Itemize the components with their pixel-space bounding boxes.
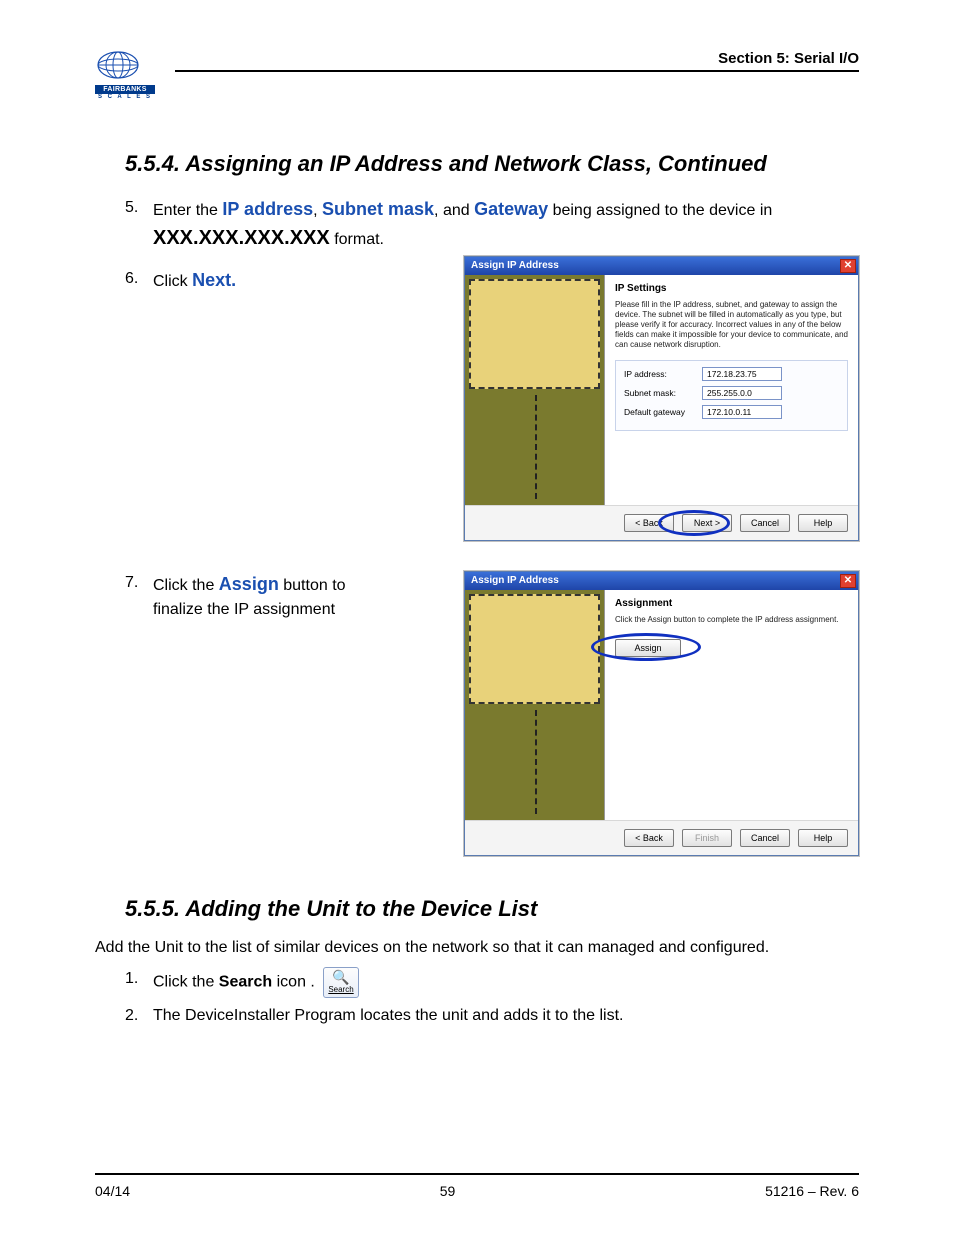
finish-button[interactable]: Finish: [682, 829, 732, 847]
kw-subnet-mask: Subnet mask: [322, 199, 434, 219]
kw-gateway: Gateway: [474, 199, 548, 219]
ip-settings-group: IP address: 172.18.23.75 Subnet mask: 25…: [615, 360, 848, 431]
footer-page-number: 59: [440, 1183, 456, 1199]
kw-format: XXX.XXX.XXX.XXX: [153, 227, 330, 249]
assign-button[interactable]: Assign: [615, 639, 681, 657]
ip-address-input[interactable]: 172.18.23.75: [702, 367, 782, 381]
step-5: 5. Enter the IP address, Subnet mask, an…: [125, 196, 859, 253]
help-button[interactable]: Help: [798, 829, 848, 847]
default-gateway-input[interactable]: 172.10.0.11: [702, 405, 782, 419]
footer-rule: [95, 1173, 859, 1175]
cancel-button[interactable]: Cancel: [740, 829, 790, 847]
dialog2-title: Assign IP Address: [471, 575, 559, 586]
dialog1-titlebar[interactable]: Assign IP Address ✕: [465, 257, 858, 275]
dialog1-heading: IP Settings: [615, 283, 848, 294]
dialog1-desc: Please fill in the IP address, subnet, a…: [615, 300, 848, 350]
dialog1-title: Assign IP Address: [471, 260, 559, 271]
sec555-intro: Add the Unit to the list of similar devi…: [95, 936, 859, 959]
subnet-mask-input[interactable]: 255.255.0.0: [702, 386, 782, 400]
step-5-number: 5.: [125, 196, 138, 220]
kw-assign: Assign: [219, 574, 279, 594]
sec555-step-2: 2. The DeviceInstaller Program locates t…: [125, 1004, 859, 1028]
assign-ip-dialog-2: Assign IP Address ✕ Assignment Click the…: [464, 571, 859, 856]
search-toolbar-icon[interactable]: 🔍 Search: [323, 967, 358, 998]
step-6-text-pre: Click: [153, 273, 192, 290]
page-footer: 04/14 59 51216 – Rev. 6: [95, 1183, 859, 1199]
globe-icon: [95, 50, 141, 80]
close-icon[interactable]: ✕: [840, 259, 856, 273]
kw-next: Next.: [192, 270, 236, 290]
assign-ip-dialog-1: Assign IP Address ✕ IP Settings Please f…: [464, 256, 859, 541]
fairbanks-logo: FAIRBANKS S C A L E S: [95, 50, 155, 110]
sec555-step2-number: 2.: [125, 1004, 138, 1028]
heading-555: 5.5.5. Adding the Unit to the Device Lis…: [125, 896, 859, 922]
close-icon[interactable]: ✕: [840, 574, 856, 588]
sec555-step2-text: The DeviceInstaller Program locates the …: [153, 1007, 623, 1024]
step-7-number: 7.: [125, 571, 138, 595]
back-button[interactable]: < Back: [624, 829, 674, 847]
logo-subtext: S C A L E S: [95, 94, 155, 100]
dialog2-heading: Assignment: [615, 598, 848, 609]
footer-doc-rev: 51216 – Rev. 6: [765, 1183, 859, 1199]
back-button[interactable]: < Back: [624, 514, 674, 532]
next-button[interactable]: Next >: [682, 514, 732, 532]
default-gateway-label: Default gateway: [624, 407, 702, 417]
sec555-step1-number: 1.: [125, 967, 138, 991]
dialog2-titlebar[interactable]: Assign IP Address ✕: [465, 572, 858, 590]
section-title: Section 5: Serial I/O: [718, 50, 859, 67]
search-icon-label: Search: [328, 984, 353, 996]
ip-address-label: IP address:: [624, 369, 702, 379]
step-7: 7. Click the Assign button to finalize t…: [95, 571, 395, 622]
sec555-step-1: 1. Click the Search icon . 🔍 Search: [125, 967, 859, 998]
help-button[interactable]: Help: [798, 514, 848, 532]
kw-search: Search: [219, 973, 272, 990]
cancel-button[interactable]: Cancel: [740, 514, 790, 532]
footer-date: 04/14: [95, 1183, 130, 1199]
subnet-mask-label: Subnet mask:: [624, 388, 702, 398]
step-5-text-pre: Enter the: [153, 202, 222, 219]
heading-554: 5.5.4. Assigning an IP Address and Netwo…: [125, 150, 859, 178]
page-header: Section 5: Serial I/O FAIRBANKS S C A L …: [95, 50, 859, 110]
kw-ip-address: IP address: [222, 199, 313, 219]
dialog2-sidebar-art: [465, 590, 605, 820]
dialog1-sidebar-art: [465, 275, 605, 505]
magnifier-icon: 🔍: [332, 970, 349, 984]
dialog2-desc: Click the Assign button to complete the …: [615, 615, 848, 625]
header-rule: [175, 70, 859, 72]
logo-banner: FAIRBANKS: [95, 85, 155, 94]
step-6-number: 6.: [125, 267, 138, 291]
